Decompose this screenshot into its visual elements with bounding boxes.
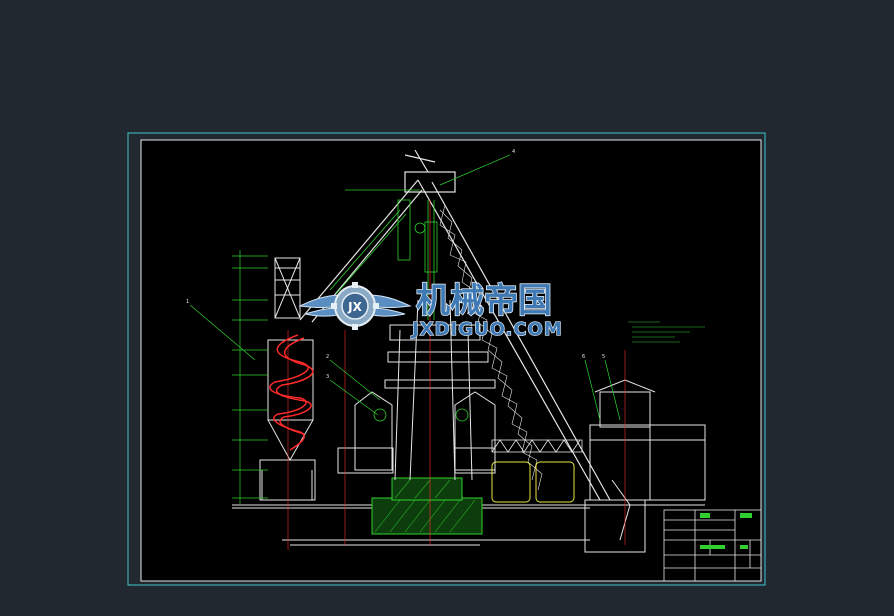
callout-6: 6 bbox=[582, 354, 585, 360]
watermark-en-text: JXDIGUO.COM bbox=[410, 319, 563, 340]
cad-drawing: 1 2 3 4 5 6 JX 机械帝国 JXDIGUO.COM bbox=[127, 132, 766, 586]
cad-viewport[interactable]: 1 2 3 4 5 6 JX 机械帝国 JXDIGUO.COM bbox=[0, 0, 894, 616]
logo-emblem-text: JX bbox=[347, 300, 362, 314]
callout-5: 5 bbox=[602, 354, 605, 360]
callout-1: 1 bbox=[186, 299, 189, 305]
callout-4: 4 bbox=[512, 149, 515, 155]
callout-2: 2 bbox=[326, 354, 329, 360]
watermark-cn-text: 机械帝国 bbox=[416, 281, 552, 321]
callout-3: 3 bbox=[326, 374, 329, 380]
